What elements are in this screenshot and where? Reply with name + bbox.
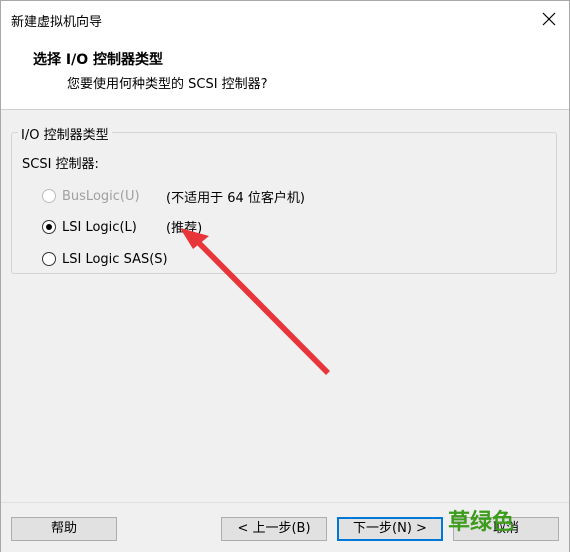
page-subtitle: 您要使用何种类型的 SCSI 控制器? bbox=[67, 77, 268, 92]
wizard-body: I/O 控制器类型 SCSI 控制器: BusLogic(U) (不适用于 64… bbox=[1, 110, 569, 502]
groupbox-legend: I/O 控制器类型 bbox=[18, 124, 112, 143]
radio-lsi-logic[interactable]: LSI Logic(L) bbox=[42, 217, 137, 237]
radio-buslogic[interactable]: BusLogic(U) bbox=[42, 186, 140, 206]
wizard-header: 选择 I/O 控制器类型 您要使用何种类型的 SCSI 控制器? bbox=[1, 37, 569, 110]
radio-buslogic-circle[interactable] bbox=[42, 189, 56, 203]
wizard-window: 新建虚拟机向导 选择 I/O 控制器类型 您要使用何种类型的 SCSI 控制器?… bbox=[0, 0, 570, 552]
buslogic-note: (不适用于 64 位客户机) bbox=[166, 191, 305, 206]
io-controller-groupbox: I/O 控制器类型 SCSI 控制器: BusLogic(U) (不适用于 64… bbox=[11, 124, 557, 274]
close-icon bbox=[542, 12, 556, 26]
next-button[interactable]: 下一步(N) > bbox=[337, 517, 443, 541]
radio-lsi-logic-label: LSI Logic(L) bbox=[62, 219, 137, 235]
close-button[interactable] bbox=[539, 9, 559, 29]
radio-buslogic-label: BusLogic(U) bbox=[62, 188, 140, 204]
scsi-controller-label: SCSI 控制器: bbox=[22, 157, 99, 172]
title-bar: 新建虚拟机向导 bbox=[1, 1, 569, 37]
radio-lsi-logic-sas[interactable]: LSI Logic SAS(S) bbox=[42, 249, 168, 269]
radio-lsi-logic-sas-label: LSI Logic SAS(S) bbox=[62, 251, 168, 267]
lsi-logic-note: (推荐) bbox=[166, 221, 203, 236]
page-title: 选择 I/O 控制器类型 bbox=[33, 52, 163, 68]
watermark-text: 草绿色 bbox=[448, 510, 515, 535]
window-title: 新建虚拟机向导 bbox=[11, 15, 103, 30]
radio-lsi-logic-sas-circle[interactable] bbox=[42, 252, 56, 266]
radio-lsi-logic-circle[interactable] bbox=[42, 220, 56, 234]
help-button[interactable]: 帮助 bbox=[11, 517, 117, 541]
back-button[interactable]: < 上一步(B) bbox=[221, 517, 327, 541]
